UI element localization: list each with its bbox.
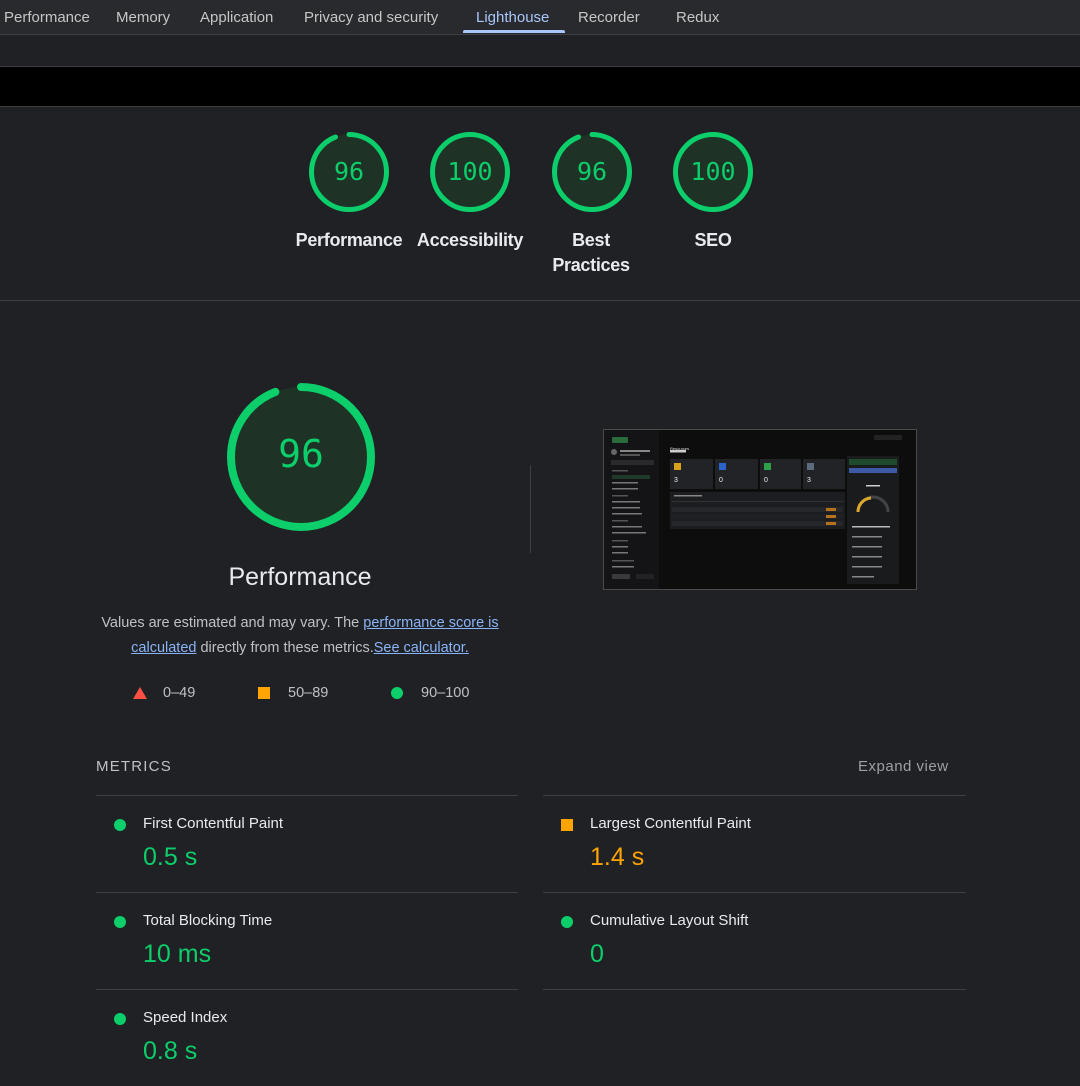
tab-privacy-and-security[interactable]: Privacy and security — [304, 0, 438, 34]
legend-average: 50–89 — [258, 683, 358, 703]
gauge-best-practices[interactable]: 96 — [550, 130, 634, 214]
gauge-score: 100 — [447, 157, 493, 186]
metric-value: 0.5 s — [143, 843, 198, 871]
gauge-label: Accessibility — [416, 230, 524, 250]
screenshot-stat: 3 — [807, 477, 811, 484]
metric-first-contentful-paint: First Contentful Paint 0.5 s — [96, 796, 518, 892]
page-screenshot-image — [604, 430, 916, 589]
gauge-score: 100 — [690, 157, 736, 186]
legend-range: 50–89 — [288, 685, 329, 701]
description-text: Values are estimated and may vary. The — [101, 615, 364, 631]
metric-value: 10 ms — [143, 940, 212, 968]
metric-value: 1.4 s — [590, 843, 645, 871]
metric-name: Total Blocking Time — [143, 912, 273, 929]
section-divider — [0, 300, 1080, 301]
gauge-label: Performance — [295, 230, 403, 250]
legend-range: 0–49 — [163, 685, 196, 701]
screenshot-stat: 0 — [719, 477, 723, 484]
performance-gauge-large: 96 — [225, 381, 377, 533]
metric-status-icon — [561, 916, 573, 928]
description-text: directly from these metrics. — [196, 640, 374, 656]
gauge-performance[interactable]: 96 — [307, 130, 391, 214]
metric-speed-index: Speed Index 0.8 s — [96, 990, 518, 1086]
circle-icon — [391, 687, 403, 699]
metric-largest-contentful-paint: Largest Contentful Paint 1.4 s — [543, 796, 965, 892]
screenshot-stat: 0 — [764, 477, 768, 484]
performance-title: Performance — [228, 563, 372, 591]
metric-name: First Contentful Paint — [143, 815, 284, 832]
expand-view-toggle[interactable]: Expand view — [858, 758, 949, 775]
legend-range: 90–100 — [421, 685, 470, 701]
metric-name: Cumulative Layout Shift — [590, 912, 749, 929]
final-screenshot-thumbnail[interactable]: Resources 3 0 0 3 — [603, 429, 917, 590]
gauge-accessibility[interactable]: 100 — [428, 130, 512, 214]
square-icon — [258, 687, 270, 699]
screenshot-stat: 3 — [674, 477, 678, 484]
metric-status-icon — [114, 916, 126, 928]
tab-application[interactable]: Application — [200, 0, 273, 34]
active-tab-indicator — [463, 30, 565, 33]
tab-memory[interactable]: Memory — [116, 0, 170, 34]
gauge-label: Best Practices — [552, 230, 630, 275]
panel-tab-bar: Performance Memory Application Privacy a… — [0, 0, 1080, 35]
tab-lighthouse[interactable]: Lighthouse — [476, 0, 549, 34]
lighthouse-toolbar — [0, 35, 1080, 67]
metrics-divider — [543, 989, 966, 990]
tab-performance[interactable]: Performance — [4, 0, 90, 34]
legend-good: 90–100 — [391, 683, 491, 703]
gauge-score: 96 — [333, 157, 365, 186]
screenshot-heading: Resources — [670, 446, 690, 451]
see-calculator-link[interactable]: See calculator. — [374, 640, 469, 656]
metric-value: 0.8 s — [143, 1037, 198, 1065]
metric-status-icon — [114, 819, 126, 831]
metric-status-icon — [561, 819, 573, 831]
performance-description: Values are estimated and may vary. The p… — [90, 611, 510, 661]
report-top-band — [0, 67, 1080, 107]
metric-status-icon — [114, 1013, 126, 1025]
metric-name: Largest Contentful Paint — [590, 815, 751, 832]
metric-cumulative-layout-shift: Cumulative Layout Shift 0 — [543, 893, 965, 989]
vertical-separator — [530, 465, 531, 553]
metric-value: 0 — [590, 940, 604, 968]
metrics-heading: METRICS — [96, 758, 172, 775]
tab-recorder[interactable]: Recorder — [578, 0, 640, 34]
gauge-score: 96 — [576, 157, 608, 186]
performance-score: 96 — [278, 432, 324, 476]
gauge-label: SEO — [694, 230, 732, 250]
legend-poor: 0–49 — [133, 683, 233, 703]
metric-total-blocking-time: Total Blocking Time 10 ms — [96, 893, 518, 989]
triangle-icon — [133, 687, 147, 699]
gauge-seo[interactable]: 100 — [671, 130, 755, 214]
metric-name: Speed Index — [143, 1009, 228, 1026]
tab-redux[interactable]: Redux — [676, 0, 719, 34]
